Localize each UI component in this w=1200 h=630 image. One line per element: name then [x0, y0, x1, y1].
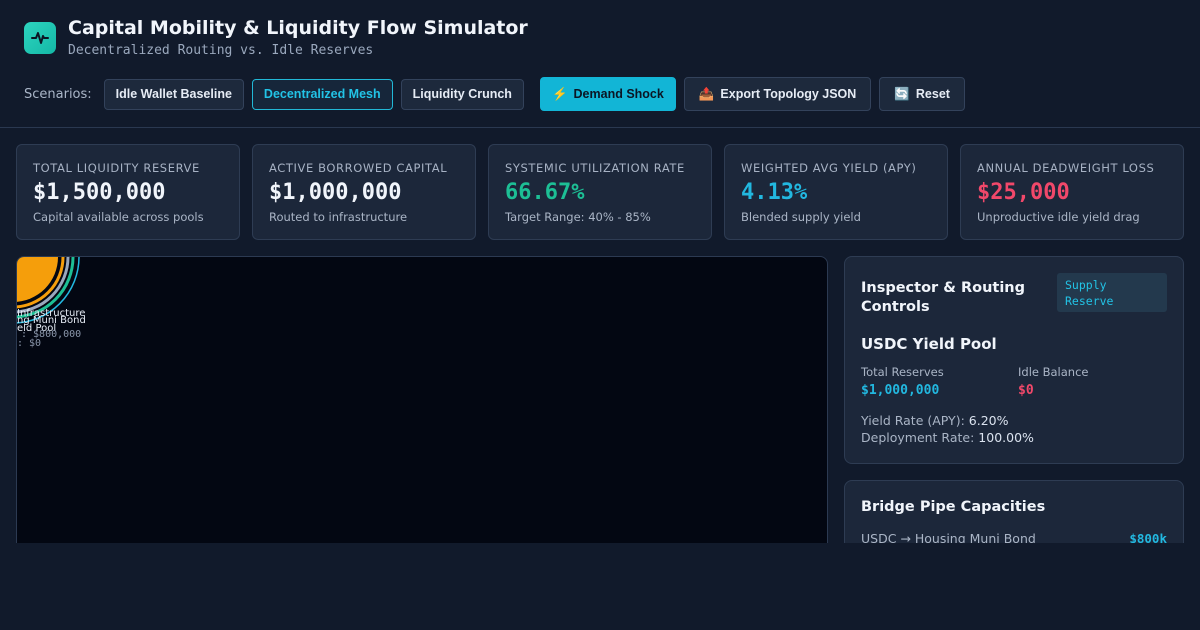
inspector-title-line1: Inspector & Routing — [861, 280, 1025, 296]
kpi-value: $1,000,000 — [269, 180, 402, 205]
scenario-decentralized-mesh-button[interactable]: Decentralized Mesh — [251, 78, 393, 110]
kpi-label: Annual Deadweight Loss — [977, 161, 1155, 175]
kpi-label: Systemic Utilization Rate — [505, 161, 685, 175]
total-reserves-value: $1,000,000 — [861, 383, 940, 398]
kpi-label: Total Liquidity Reserve — [33, 161, 200, 175]
demand-shock-button[interactable]: ⚡ Demand Shock — [539, 77, 676, 111]
badge-line1: Supply — [1065, 278, 1107, 292]
kpi-value: $25,000 — [977, 180, 1070, 205]
topology-graph — [17, 257, 80, 324]
inspector-title: Inspector & Routing Controls — [861, 279, 1025, 317]
idle-balance-value: $0 — [1018, 383, 1034, 398]
node-value-zero: : $0 — [17, 338, 42, 349]
total-reserves-label: Total Reserves — [861, 365, 944, 379]
yield-rate-value: 6.20% — [968, 413, 1009, 428]
app-title: Capital Mobility & Liquidity Flow Simula… — [68, 17, 528, 39]
outbox-icon: 📤 — [698, 86, 715, 101]
idle-balance-label: Idle Balance — [1018, 365, 1089, 379]
kpi-value: 4.13% — [741, 180, 808, 205]
viewport-cutoff — [0, 543, 1200, 630]
topology-canvas[interactable]: Infrastructure ng Muni Bond eld Pool : $… — [16, 256, 828, 556]
kpi-value: $1,500,000 — [33, 180, 166, 205]
kpi-weighted-avg-yield: Weighted Avg Yield (APY) 4.13% Blended s… — [724, 144, 948, 240]
demand-shock-label: Demand Shock — [573, 87, 664, 101]
app-header: Capital Mobility & Liquidity Flow Simula… — [0, 0, 1200, 128]
kpi-annual-deadweight-loss: Annual Deadweight Loss $25,000 Unproduct… — [960, 144, 1184, 240]
refresh-icon: 🔄 — [894, 86, 910, 101]
inspector-panel: Inspector & Routing Controls Supply Rese… — [844, 256, 1184, 464]
deployment-rate-row: Deployment Rate: 100.00% — [861, 430, 1034, 445]
kpi-subtext: Capital available across pools — [33, 210, 204, 224]
kpi-subtext: Routed to infrastructure — [269, 210, 408, 224]
kpi-active-borrowed-capital: Active Borrowed Capital $1,000,000 Route… — [252, 144, 476, 240]
bridge-capacities-title: Bridge Pipe Capacities — [861, 499, 1046, 515]
app-subtitle: Decentralized Routing vs. Idle Reserves — [68, 43, 374, 58]
kpi-label: Active Borrowed Capital — [269, 161, 448, 175]
kpi-label: Weighted Avg Yield (APY) — [741, 161, 917, 175]
kpi-systemic-utilization-rate: Systemic Utilization Rate 66.67% Target … — [488, 144, 712, 240]
deployment-rate-value: 100.00% — [978, 430, 1034, 445]
kpi-total-liquidity-reserve: Total Liquidity Reserve $1,500,000 Capit… — [16, 144, 240, 240]
scenarios-label: Scenarios: — [24, 86, 92, 102]
deployment-rate-label: Deployment Rate: — [861, 430, 975, 445]
reset-button[interactable]: 🔄 Reset — [879, 77, 965, 111]
scenario-toolbar: Scenarios: Idle Wallet Baseline Decentra… — [24, 76, 973, 112]
export-topology-label: Export Topology JSON — [720, 87, 857, 101]
kpi-subtext: Unproductive idle yield drag — [977, 210, 1140, 224]
pool-name: USDC Yield Pool — [861, 335, 997, 353]
node-type-badge: Supply Reserve — [1057, 273, 1167, 312]
kpi-subtext: Blended supply yield — [741, 210, 861, 224]
badge-line2: Reserve — [1065, 294, 1114, 308]
scenario-idle-wallet-baseline-button[interactable]: Idle Wallet Baseline — [103, 78, 244, 110]
kpi-subtext: Target Range: 40% - 85% — [505, 210, 651, 224]
lightning-icon: ⚡ — [551, 86, 568, 101]
kpi-value: 66.67% — [505, 180, 585, 205]
reset-label: Reset — [915, 87, 950, 101]
yield-rate-row: Yield Rate (APY): 6.20% — [861, 413, 1009, 428]
yield-rate-label: Yield Rate (APY): — [861, 413, 965, 428]
kpi-row: Total Liquidity Reserve $1,500,000 Capit… — [16, 144, 1184, 240]
export-topology-button[interactable]: 📤 Export Topology JSON — [683, 77, 872, 111]
pulse-icon — [24, 22, 56, 54]
inspector-title-line2: Controls — [861, 299, 930, 315]
scenario-liquidity-crunch-button[interactable]: Liquidity Crunch — [400, 78, 524, 110]
